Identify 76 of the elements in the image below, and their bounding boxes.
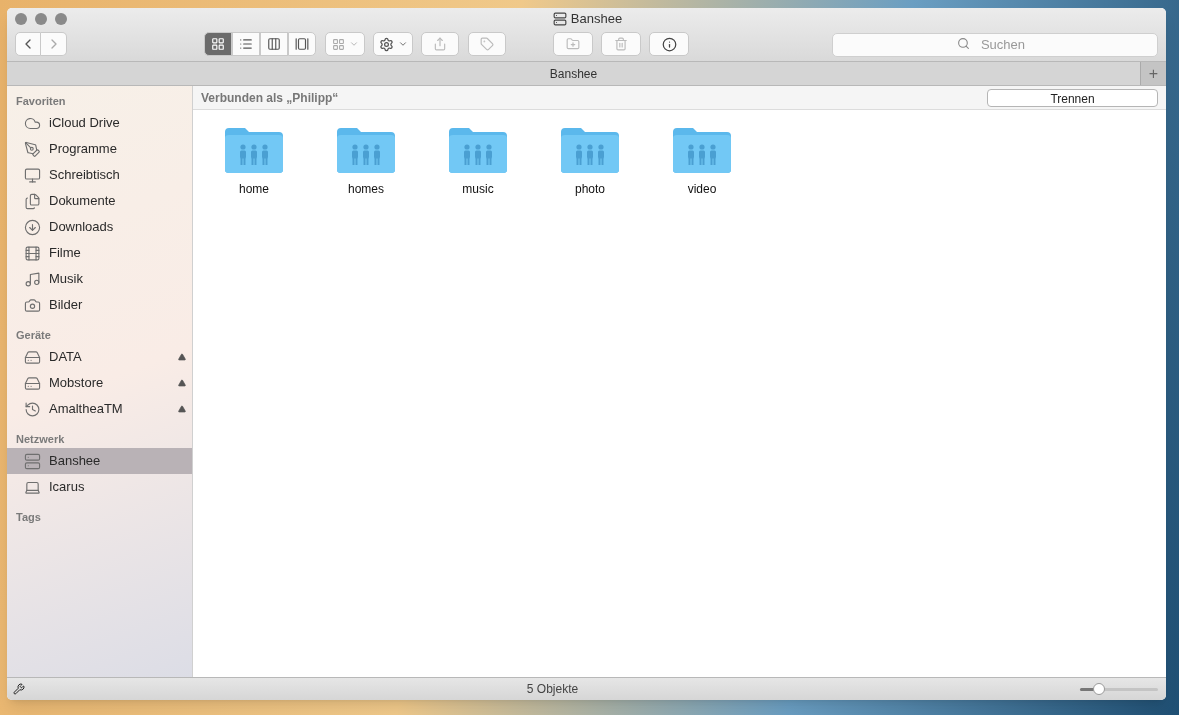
sidebar-section-title: Netzwerk bbox=[15, 432, 66, 447]
slider-thumb[interactable] bbox=[1092, 683, 1105, 695]
view-mode-button[interactable] bbox=[204, 32, 232, 56]
sidebar-item[interactable]: Mobstore bbox=[7, 370, 192, 396]
sidebar-item[interactable]: Icarus bbox=[7, 474, 192, 500]
tag-icon bbox=[480, 37, 494, 51]
trash-icon bbox=[614, 37, 628, 51]
shared-folder-icon bbox=[223, 126, 285, 174]
sidebar-item[interactable]: Programme bbox=[7, 136, 192, 162]
icon-size-slider[interactable] bbox=[1080, 683, 1158, 695]
shared-folder-icon bbox=[447, 126, 509, 174]
sidebar-section-title: Geräte bbox=[15, 328, 52, 343]
folder-label[interactable]: homes bbox=[348, 180, 384, 198]
sidebar-item[interactable]: iCloud Drive bbox=[7, 110, 192, 136]
eject-icon[interactable] bbox=[178, 405, 186, 413]
folder-label[interactable]: photo bbox=[575, 180, 605, 198]
film-icon bbox=[24, 244, 41, 262]
share-icon bbox=[433, 37, 447, 51]
minimize-button[interactable] bbox=[35, 13, 47, 25]
new-folder-button[interactable] bbox=[553, 32, 593, 56]
back-button[interactable] bbox=[15, 32, 41, 56]
tag-button[interactable] bbox=[468, 32, 506, 56]
server-icon bbox=[24, 452, 41, 470]
path-bar-title: Banshee bbox=[548, 66, 599, 83]
sidebar-section-title: Tags bbox=[15, 510, 42, 525]
view-mode-button[interactable] bbox=[260, 32, 288, 56]
close-button[interactable] bbox=[15, 13, 27, 25]
folder-label[interactable]: video bbox=[687, 180, 717, 198]
camera-icon bbox=[24, 296, 41, 314]
pen-icon bbox=[24, 140, 41, 158]
list-icon bbox=[239, 37, 253, 51]
monitor-icon bbox=[24, 166, 41, 184]
folder-label[interactable]: home bbox=[239, 180, 269, 198]
connection-status: Verbunden als „Philipp“ bbox=[201, 89, 340, 107]
sidebar-item[interactable]: Filme bbox=[7, 240, 192, 266]
sidebar-item[interactable]: DATA bbox=[7, 344, 192, 370]
settings-icon bbox=[378, 36, 394, 52]
music-note-icon bbox=[24, 270, 41, 288]
sidebar-item[interactable]: Banshee bbox=[7, 448, 192, 474]
grid-icon bbox=[331, 37, 345, 51]
disconnect-button[interactable]: Trennen bbox=[987, 88, 1158, 107]
columns-icon bbox=[267, 37, 281, 51]
eject-icon[interactable] bbox=[178, 379, 186, 387]
view-mode-button[interactable] bbox=[232, 32, 260, 56]
view-mode-button[interactable] bbox=[288, 32, 316, 56]
window-title: Banshee bbox=[570, 10, 623, 29]
folder-plus-icon bbox=[566, 37, 580, 51]
sidebar-item[interactable]: AmaltheaTM bbox=[7, 396, 192, 422]
item-count: 5 Objekte bbox=[525, 681, 580, 698]
settings-button[interactable] bbox=[373, 32, 413, 56]
arrange-button[interactable] bbox=[325, 32, 365, 56]
info-button[interactable] bbox=[649, 32, 689, 56]
shared-folder-icon bbox=[559, 126, 621, 174]
sidebar-item[interactable]: Dokumente bbox=[7, 188, 192, 214]
folder-label[interactable]: music bbox=[462, 180, 494, 198]
clock-disk-icon bbox=[24, 400, 41, 418]
caret-icon bbox=[348, 39, 359, 49]
tools-icon[interactable] bbox=[13, 683, 25, 695]
gallery-icon bbox=[295, 37, 309, 51]
search-field[interactable]: Suchen bbox=[832, 32, 1158, 57]
info-icon bbox=[661, 36, 677, 52]
documents-icon bbox=[24, 192, 41, 210]
grid-icon bbox=[211, 37, 225, 51]
sidebar-item[interactable]: Bilder bbox=[7, 292, 192, 318]
sidebar-item[interactable]: Musik bbox=[7, 266, 192, 292]
sidebar-item[interactable]: Downloads bbox=[7, 214, 192, 240]
download-icon bbox=[24, 218, 41, 236]
server-icon bbox=[552, 12, 567, 26]
sidebar-section-title: Favoriten bbox=[15, 94, 67, 109]
caret-icon bbox=[397, 39, 408, 49]
shared-folder-icon bbox=[335, 126, 397, 174]
search-icon bbox=[957, 37, 970, 50]
eject-icon[interactable] bbox=[178, 353, 186, 361]
zoom-button[interactable] bbox=[55, 13, 67, 25]
sidebar-item[interactable]: Schreibtisch bbox=[7, 162, 192, 188]
shared-folder-icon bbox=[671, 126, 733, 174]
